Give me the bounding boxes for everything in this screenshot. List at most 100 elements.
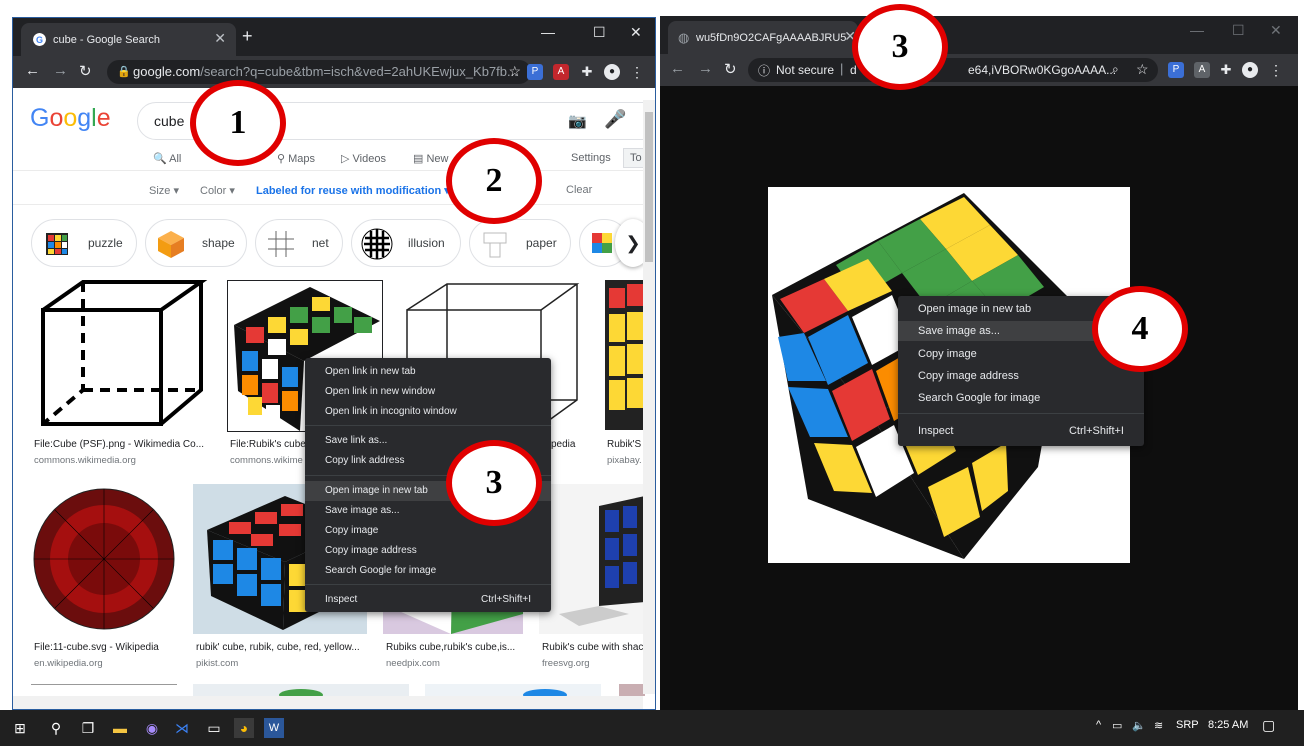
result-caption[interactable]: File:Rubik's cube xyxy=(230,439,308,450)
menu-inspect[interactable]: Inspect Ctrl+Shift+I xyxy=(898,421,1144,441)
rubiks-cube-shadow-image xyxy=(559,496,645,626)
zoom-icon[interactable]: ⌕ xyxy=(1112,62,1119,77)
tab-maps[interactable]: ⚲ Maps xyxy=(277,152,315,165)
wifi-icon[interactable]: ≋ xyxy=(1154,719,1163,732)
menu-kebab-icon[interactable]: ⋮ xyxy=(629,64,645,80)
result-image[interactable] xyxy=(605,280,645,430)
minimize-icon[interactable]: — xyxy=(1190,22,1204,38)
result-image[interactable] xyxy=(31,280,211,430)
chip-paper[interactable]: paper xyxy=(469,219,571,267)
tab-all[interactable]: 🔍 All xyxy=(153,152,181,165)
result-caption[interactable]: Rubik'S xyxy=(607,439,645,450)
camera-icon[interactable]: 📷 xyxy=(568,112,587,130)
tab-news[interactable]: ▤ New xyxy=(413,152,448,165)
scrollbar-thumb[interactable] xyxy=(645,112,653,262)
input-language[interactable]: SRP xyxy=(1176,719,1199,731)
horizontal-scrollbar[interactable] xyxy=(13,696,643,709)
result-source: freesvg.org xyxy=(542,658,590,669)
battery-icon[interactable]: ▭ xyxy=(1112,719,1122,732)
menu-copy-image[interactable]: Copy image xyxy=(305,521,551,541)
new-tab-icon[interactable]: + xyxy=(242,26,253,47)
minimize-icon[interactable]: — xyxy=(541,24,555,40)
back-icon[interactable]: ← xyxy=(670,60,685,77)
url-text: e64,iVBORw0KGgoAAAA... xyxy=(968,63,1117,77)
color-filter[interactable]: Color ▾ xyxy=(200,184,235,197)
tray-chevron-icon[interactable]: ^ xyxy=(1096,719,1101,731)
word-icon[interactable]: W xyxy=(264,718,284,738)
reload-icon[interactable]: ↻ xyxy=(724,60,737,78)
menu-open-link-new-window[interactable]: Open link in new window xyxy=(305,382,551,402)
task-view-icon[interactable]: ❐ xyxy=(78,718,98,738)
windows-start-icon[interactable]: ⊞ xyxy=(10,718,30,738)
google-logo[interactable]: Google xyxy=(30,104,111,133)
profile-icon[interactable]: ● xyxy=(1242,62,1258,78)
close-window-icon[interactable]: ✕ xyxy=(1270,22,1282,39)
puzzle-extensions-icon[interactable]: ✚ xyxy=(1218,62,1234,78)
menu-search-google-image[interactable]: Search Google for image xyxy=(898,388,1144,408)
address-bar[interactable]: ⓘ Not secure | d e64,iVBORw0KGgoAAAA... … xyxy=(748,58,1158,82)
menu-open-link-new-tab[interactable]: Open link in new tab xyxy=(305,362,551,382)
back-icon[interactable]: ← xyxy=(25,62,40,79)
maximize-icon[interactable]: ☐ xyxy=(593,24,606,41)
close-tab-icon[interactable]: ✕ xyxy=(214,30,226,47)
result-image-partial[interactable] xyxy=(193,684,409,701)
bookmark-star-icon[interactable]: ☆ xyxy=(1136,61,1149,78)
menu-kebab-icon[interactable]: ⋮ xyxy=(1268,62,1284,78)
result-caption[interactable]: rubik' cube, rubik, cube, red, yellow... xyxy=(196,642,366,653)
result-caption[interactable]: pedia xyxy=(551,439,581,450)
menu-search-google-image[interactable]: Search Google for image xyxy=(305,561,551,581)
pdf-extension-icon[interactable]: A xyxy=(1194,62,1210,78)
result-image-partial[interactable] xyxy=(619,684,645,696)
vscode-icon[interactable]: ⋊ xyxy=(172,718,192,738)
profile-icon[interactable]: ● xyxy=(604,64,620,80)
chip-illusion[interactable]: illusion xyxy=(351,219,461,267)
search-icon[interactable]: ⚲ xyxy=(46,718,66,738)
notification-icon[interactable]: ▢ xyxy=(1262,717,1275,734)
browser-tab[interactable]: G cube - Google Search ✕ xyxy=(21,23,236,56)
usage-rights-filter[interactable]: Labeled for reuse with modification ▾ xyxy=(256,184,450,197)
menu-copy-image-address[interactable]: Copy image address xyxy=(898,366,1144,386)
menu-open-link-incognito[interactable]: Open link in incognito window xyxy=(305,402,551,422)
bookmark-star-icon[interactable]: ☆ xyxy=(508,63,521,80)
size-filter[interactable]: Size ▾ xyxy=(149,184,179,197)
result-image-partial[interactable] xyxy=(425,684,601,701)
close-window-icon[interactable]: ✕ xyxy=(630,24,642,41)
result-caption[interactable]: File:Cube (PSF).png - Wikimedia Co... xyxy=(34,439,214,450)
tab-settings[interactable]: Settings xyxy=(571,152,611,164)
reload-icon[interactable]: ↻ xyxy=(79,62,92,80)
tab-videos[interactable]: ▷ Videos xyxy=(341,152,386,165)
result-image-partial[interactable] xyxy=(31,684,177,696)
forward-icon[interactable]: → xyxy=(53,62,68,79)
puzzle-extensions-icon[interactable]: ✚ xyxy=(579,64,595,80)
pdf-extension-icon[interactable]: A xyxy=(553,64,569,80)
app-icon[interactable]: ◉ xyxy=(142,718,162,738)
chip-net[interactable]: net xyxy=(255,219,343,267)
result-caption[interactable]: Rubik's cube with shac xyxy=(542,642,646,653)
extension-icon[interactable]: P xyxy=(527,64,543,80)
volume-icon[interactable]: 🔈 xyxy=(1132,719,1146,732)
terminal-icon[interactable]: ▭ xyxy=(204,718,224,738)
result-caption[interactable]: File:11-cube.svg - Wikipedia xyxy=(34,642,184,653)
callout-4: 4 xyxy=(1092,286,1188,372)
file-explorer-icon[interactable]: ▬ xyxy=(110,718,130,738)
vertical-scrollbar[interactable] xyxy=(643,100,655,694)
result-image[interactable] xyxy=(539,484,645,634)
chip-shape[interactable]: shape xyxy=(145,219,247,267)
clear-filters-link[interactable]: Clear xyxy=(566,184,592,196)
forward-icon[interactable]: → xyxy=(698,60,713,77)
menu-copy-image-address[interactable]: Copy image address xyxy=(305,541,551,561)
browser-tab[interactable]: ◍ wu5fDn9O2CAFgAAAABJRU5Erk ✕ xyxy=(668,21,858,54)
extension-icon[interactable]: P xyxy=(1168,62,1184,78)
callout-3-right: 3 xyxy=(852,4,948,90)
separator: | xyxy=(840,61,844,76)
clock-time[interactable]: 8:25 AM xyxy=(1208,719,1248,731)
menu-inspect[interactable]: Inspect Ctrl+Shift+I xyxy=(305,590,551,610)
maximize-icon[interactable]: ☐ xyxy=(1232,22,1245,39)
address-bar[interactable]: 🔒 google.com/search?q=cube&tbm=isch&ved=… xyxy=(107,60,531,84)
result-image[interactable] xyxy=(31,484,177,634)
chip-puzzle[interactable]: puzzle xyxy=(31,219,137,267)
inspect-shortcut: Ctrl+Shift+I xyxy=(480,594,531,605)
microphone-icon[interactable]: 🎤 xyxy=(604,109,626,130)
result-caption[interactable]: Rubiks cube,rubik's cube,is... xyxy=(386,642,526,653)
chrome-icon[interactable]: ◕ xyxy=(234,718,254,738)
